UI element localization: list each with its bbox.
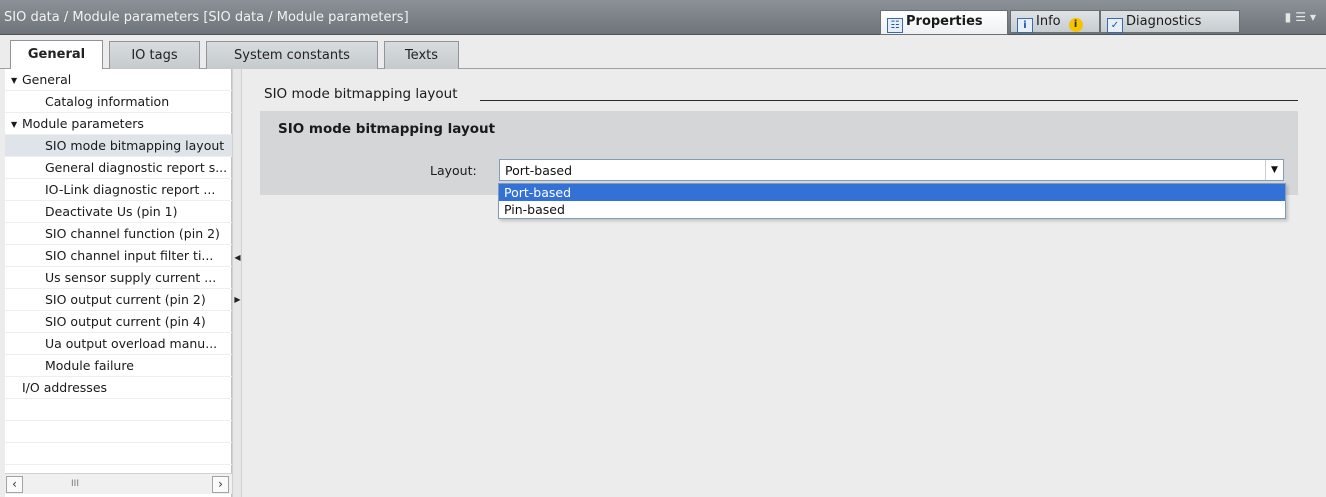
nav-item-sio-mode-bitmapping-layout[interactable]: SIO mode bitmapping layout [5, 135, 232, 157]
dropdown-arrow-icon[interactable]: ▼ [1265, 160, 1283, 180]
nav-item-module-failure[interactable]: Module failure [5, 355, 232, 377]
nav-item-io-addresses[interactable]: I/O addresses [5, 377, 232, 399]
inspector-title: SIO data / Module parameters [SIO data /… [4, 10, 409, 25]
nav-horizontal-scrollbar[interactable]: ‹ III › [5, 473, 232, 494]
nav-item-ua-output-overload[interactable]: Ua output overload manu... [5, 333, 232, 355]
collapse-left-icon[interactable]: ◀ [234, 249, 241, 267]
menu-lines-icon[interactable]: ☰ [1295, 10, 1310, 24]
tab-io-tags[interactable]: IO tags [109, 41, 200, 69]
panel-splitter[interactable]: ◀ ▶ [232, 69, 242, 497]
nav-item-general-diagnostic-report[interactable]: General diagnostic report s... [5, 157, 232, 179]
nav-item-io-link-diagnostic-report[interactable]: IO-Link diagnostic report ... [5, 179, 232, 201]
nav-empty-row [5, 399, 232, 421]
nav-item-sio-output-current-pin4[interactable]: SIO output current (pin 4) [5, 311, 232, 333]
expand-triangle-icon[interactable]: ▼ [11, 76, 22, 85]
dropdown-option-pin-based[interactable]: Pin-based [499, 201, 1285, 218]
nav-item-general[interactable]: ▼ General [5, 69, 232, 91]
section-divider [480, 100, 1298, 101]
scroll-left-icon[interactable]: ‹ [6, 476, 23, 493]
nav-item-deactivate-us[interactable]: Deactivate Us (pin 1) [5, 201, 232, 223]
expand-triangle-icon[interactable]: ▼ [11, 120, 22, 129]
tab-properties[interactable]: ☷ Properties [880, 10, 1008, 35]
navigation-tree: ▼ General Catalog information ▼ Module par… [5, 69, 232, 497]
nav-empty-row [5, 421, 232, 443]
layout-label: Layout: [430, 163, 477, 178]
tab-system-constants[interactable]: System constants [206, 41, 378, 69]
chevron-down-icon[interactable]: ▾ [1310, 10, 1320, 24]
editor-tabstrip: General IO tags System constants Texts [0, 35, 1326, 69]
nav-item-sio-channel-function[interactable]: SIO channel function (pin 2) [5, 223, 232, 245]
diagnostics-icon: ✓ [1107, 18, 1123, 33]
tab-diagnostics[interactable]: ✓ Diagnostics [1100, 10, 1240, 33]
inspector-titlebar: SIO data / Module parameters [SIO data /… [0, 0, 1326, 35]
nav-item-catalog-information[interactable]: Catalog information [5, 91, 232, 113]
scroll-thumb[interactable]: III [65, 478, 85, 490]
layout-select[interactable]: Port-based ▼ [499, 159, 1284, 181]
group-title: SIO mode bitmapping layout [278, 121, 496, 137]
properties-icon: ☷ [887, 18, 903, 33]
tab-general[interactable]: General [10, 40, 103, 69]
dropdown-option-port-based[interactable]: Port-based [499, 184, 1285, 201]
info-warning-badge: i [1068, 18, 1083, 32]
layout-dropdown-list: Port-based Pin-based [498, 183, 1286, 219]
nav-empty-row [5, 443, 232, 465]
float-window-icon[interactable]: ▮ [1285, 10, 1296, 24]
tab-texts[interactable]: Texts [384, 41, 459, 69]
nav-item-sio-output-current-pin2[interactable]: SIO output current (pin 2) [5, 289, 232, 311]
expand-right-icon[interactable]: ▶ [234, 291, 241, 309]
nav-item-sio-channel-input-filter[interactable]: SIO channel input filter ti... [5, 245, 232, 267]
parameter-panel: SIO mode bitmapping layout SIO mode bitm… [243, 69, 1326, 497]
nav-item-us-sensor-supply-current[interactable]: Us sensor supply current ... [5, 267, 232, 289]
layout-select-value: Port-based [505, 163, 573, 178]
window-controls[interactable]: ▮☰▾ [1285, 10, 1320, 24]
section-heading: SIO mode bitmapping layout [264, 86, 466, 102]
info-icon: i [1017, 18, 1033, 33]
scroll-right-icon[interactable]: › [212, 476, 229, 493]
nav-item-module-parameters[interactable]: ▼ Module parameters [5, 113, 232, 135]
tab-info[interactable]: i Info i [1010, 10, 1100, 33]
